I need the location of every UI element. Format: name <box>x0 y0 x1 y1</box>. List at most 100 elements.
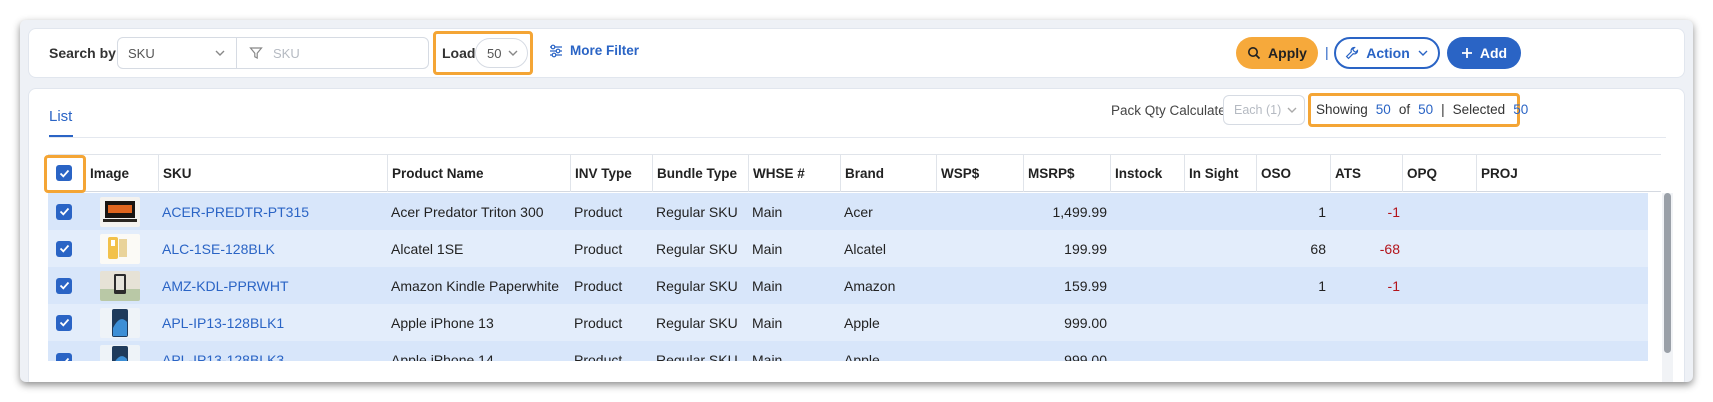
msrp: 1,499.99 <box>1052 203 1108 220</box>
tab-list[interactable]: List <box>49 108 72 125</box>
ats: -68 <box>1379 240 1400 257</box>
oso <box>1256 304 1326 341</box>
load-label: Load <box>442 45 476 61</box>
pack-qty-select[interactable]: Each (1) <box>1223 95 1305 125</box>
sku-link[interactable]: AMZ-KDL-PPRWHT <box>162 267 289 304</box>
column-header-oso[interactable]: OSO <box>1256 155 1330 192</box>
iphone-thumbnail-icon <box>100 307 140 338</box>
table-header: Image SKU Product Name INV Type Bundle T… <box>44 154 1661 193</box>
column-header-image[interactable]: Image <box>86 155 158 192</box>
bundle-type: Regular SKU <box>656 352 738 361</box>
row-checkbox[interactable] <box>56 304 72 341</box>
apply-label: Apply <box>1268 45 1307 61</box>
brand: Alcatel <box>844 240 887 257</box>
pack-qty-value: Each (1) <box>1234 103 1282 117</box>
msrp: 999.00 <box>1064 352 1107 361</box>
wrench-icon <box>1345 46 1359 60</box>
chevron-down-icon <box>215 50 225 56</box>
column-header-proj[interactable]: PROJ <box>1476 155 1522 192</box>
chevron-down-icon <box>1287 107 1297 113</box>
bundle-type: Regular SKU <box>656 314 738 331</box>
ats: -1 <box>1387 203 1400 220</box>
column-header-bundle-type[interactable]: Bundle Type <box>652 155 748 192</box>
product-name: Acer Predator Triton 300 <box>391 203 544 220</box>
row-checkbox[interactable] <box>56 267 72 304</box>
sku-link[interactable]: APL-IP13-128BLK3 <box>162 350 284 361</box>
tab-divider <box>49 137 1666 138</box>
inv-type: Product <box>574 352 623 361</box>
toolbar-separator: | <box>1325 44 1329 60</box>
search-input[interactable]: SKU <box>236 37 429 69</box>
product-name: Amazon Kindle Paperwhite <box>391 277 560 294</box>
table-row[interactable]: ACER-PREDTR-PT315 Acer Predator Triton 3… <box>48 193 1648 230</box>
column-header-product-name[interactable]: Product Name <box>387 155 570 192</box>
table-row[interactable]: ALC-1SE-128BLK Alcatel 1SE Product Regul… <box>48 230 1648 267</box>
inv-type: Product <box>574 277 623 294</box>
column-header-msrp[interactable]: MSRP$ <box>1023 155 1110 192</box>
msrp: 199.99 <box>1064 240 1107 257</box>
laptop-thumbnail-icon <box>100 196 140 227</box>
selected-label: Selected <box>1452 102 1506 117</box>
search-by-label: Search by <box>49 45 116 61</box>
select-all-checkbox[interactable] <box>56 165 72 181</box>
whse: Main <box>752 203 783 220</box>
action-button[interactable]: Action <box>1334 37 1440 69</box>
brand: Acer <box>844 203 873 220</box>
product-name: Alcatel 1SE <box>391 240 464 257</box>
row-checkbox[interactable] <box>56 193 72 230</box>
inv-type: Product <box>574 240 623 257</box>
column-header-ats[interactable]: ATS <box>1330 155 1402 192</box>
apply-button[interactable]: Apply <box>1236 37 1318 69</box>
bundle-type: Regular SKU <box>656 240 738 257</box>
column-header-whse[interactable]: WHSE # <box>748 155 840 192</box>
column-header-sku[interactable]: SKU <box>158 155 387 192</box>
check-icon <box>59 244 69 253</box>
column-header-inv-type[interactable]: INV Type <box>570 155 652 192</box>
kindle-thumbnail-icon <box>100 270 140 301</box>
check-icon <box>59 281 69 290</box>
more-filter-button[interactable]: More Filter <box>549 43 639 58</box>
product-image <box>100 230 140 267</box>
sku-link[interactable]: ALC-1SE-128BLK <box>162 230 275 267</box>
table-scrollbar[interactable] <box>1664 193 1671 353</box>
column-header-instock[interactable]: Instock <box>1110 155 1184 192</box>
pack-qty-label: Pack Qty Calculate <box>1111 103 1226 118</box>
bundle-type: Regular SKU <box>656 203 738 220</box>
bundle-type: Regular SKU <box>656 277 738 294</box>
search-placeholder: SKU <box>273 45 300 61</box>
plus-icon <box>1461 48 1472 58</box>
whse: Main <box>752 352 783 361</box>
brand: Apple <box>844 352 880 361</box>
load-select[interactable]: 50 <box>475 38 528 68</box>
product-image <box>100 345 140 361</box>
row-checkbox[interactable] <box>56 351 72 361</box>
msrp: 999.00 <box>1064 314 1107 331</box>
oso: 1 <box>1318 203 1326 220</box>
column-header-opq[interactable]: OPQ <box>1402 155 1476 192</box>
column-header-in-sight[interactable]: In Sight <box>1184 155 1256 192</box>
brand: Apple <box>844 314 880 331</box>
load-value: 50 <box>487 45 502 61</box>
inv-type: Product <box>574 314 623 331</box>
row-checkbox[interactable] <box>56 230 72 267</box>
table-row[interactable]: AMZ-KDL-PPRWHT Amazon Kindle Paperwhite … <box>48 267 1648 304</box>
total-count: 50 <box>1418 102 1434 117</box>
product-name: Apple iPhone 14 <box>391 352 494 361</box>
more-filter-label: More Filter <box>570 43 640 58</box>
check-icon <box>59 169 69 178</box>
column-header-brand[interactable]: Brand <box>840 155 936 192</box>
whse: Main <box>752 277 783 294</box>
sku-link[interactable]: APL-IP13-128BLK1 <box>162 304 284 341</box>
search-field-value: SKU <box>128 45 155 61</box>
search-field-select[interactable]: SKU <box>117 37 237 69</box>
action-label: Action <box>1366 45 1410 61</box>
column-header-wsp[interactable]: WSP$ <box>936 155 1023 192</box>
sku-link[interactable]: ACER-PREDTR-PT315 <box>162 193 309 230</box>
check-icon <box>60 357 69 361</box>
table-row[interactable]: APL-IP13-128BLK1 Apple iPhone 13 Product… <box>48 304 1648 341</box>
add-button[interactable]: Add <box>1447 37 1521 69</box>
phone-box-thumbnail-icon <box>100 233 140 264</box>
check-icon <box>59 318 69 327</box>
ats: -1 <box>1387 277 1400 294</box>
table-row[interactable]: APL-IP13-128BLK3 Apple iPhone 14 Product… <box>48 341 1648 361</box>
